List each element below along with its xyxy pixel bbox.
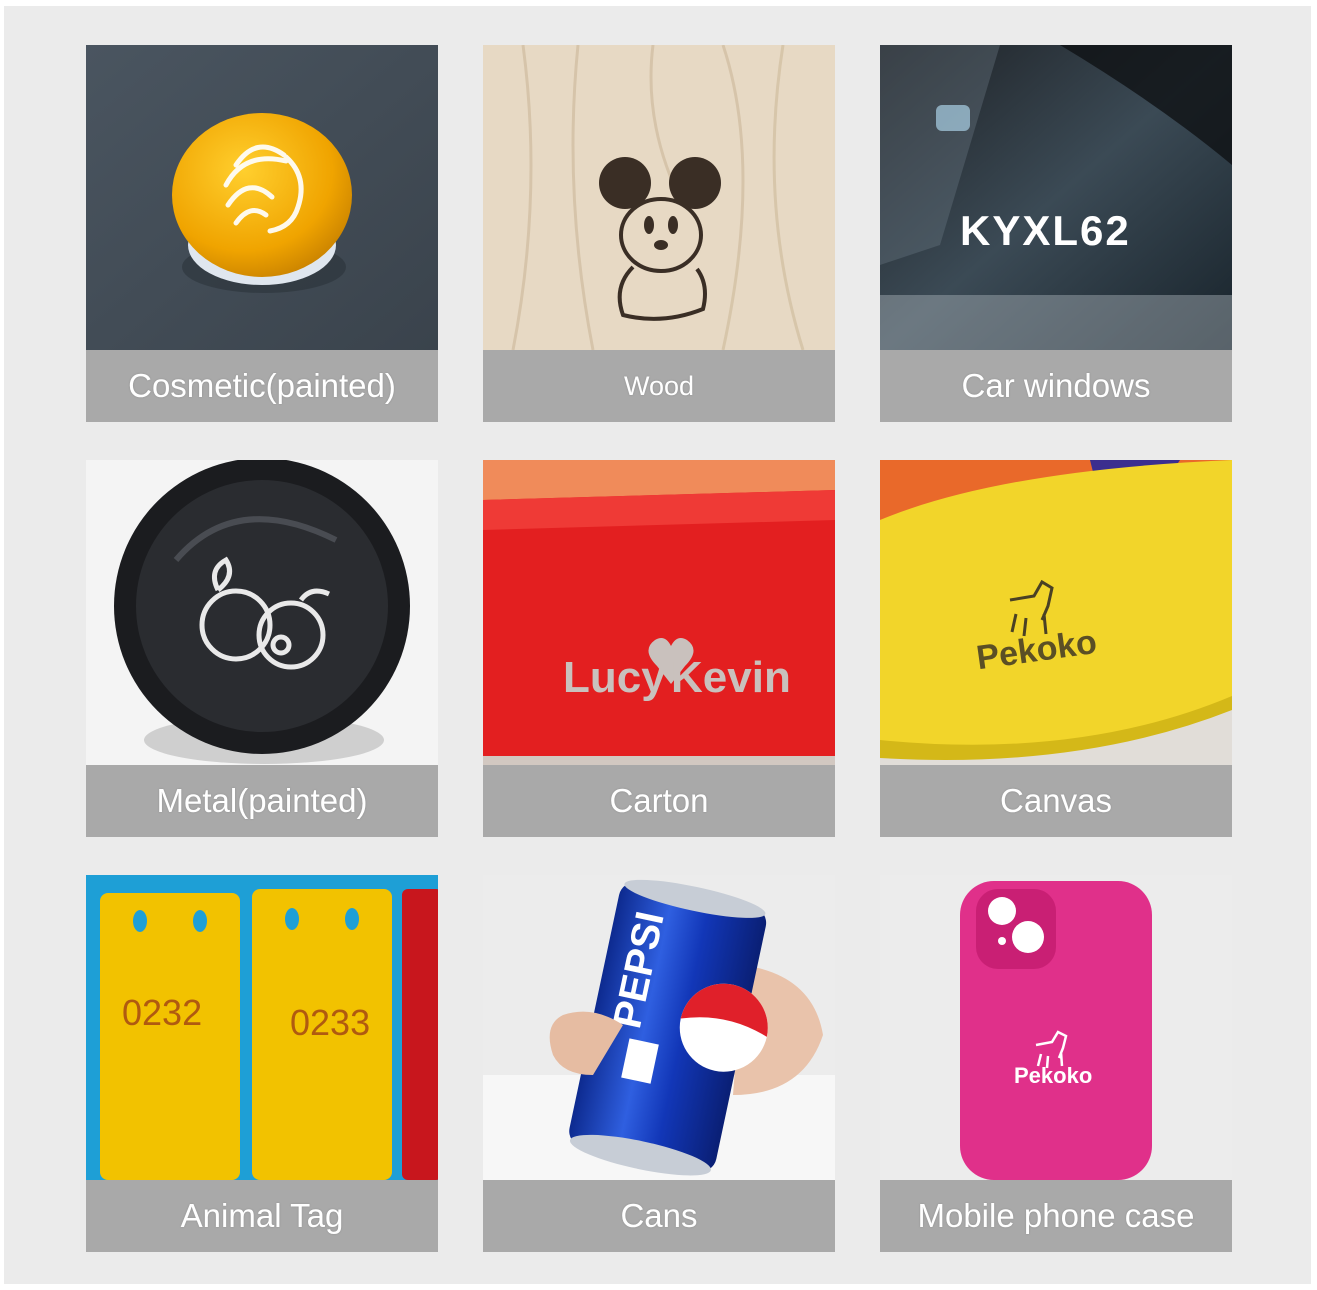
caption-wood: Wood [483, 350, 835, 422]
caption-metal: Metal(painted) [86, 765, 438, 837]
tile-carton: Lucy Kevin Carton [483, 460, 835, 837]
carton-photo: Lucy Kevin [483, 460, 835, 765]
caption-cosmetic: Cosmetic(painted) [86, 350, 438, 422]
cosmetic-photo [86, 45, 438, 350]
tile-wood: Wood [483, 45, 835, 422]
tile-phone-case: Pekoko Mobile phone case [880, 875, 1232, 1252]
tile-car-windows: KYXL62 Car windows [880, 45, 1232, 422]
car-windows-photo: KYXL62 [880, 45, 1232, 350]
cans-photo: PEPSI [483, 875, 835, 1180]
car-window-engraving: KYXL62 [960, 207, 1131, 254]
gallery-frame: Cosmetic(painted) Wood KYXL62 Car window… [4, 6, 1311, 1284]
tile-canvas: Pekoko Canvas [880, 460, 1232, 837]
tile-animal-tag: 0232 0233 Animal Tag [86, 875, 438, 1252]
animal-tag-photo: 0232 0233 [86, 875, 438, 1180]
caption-cans: Cans [483, 1180, 835, 1252]
tile-cans: PEPSI Cans [483, 875, 835, 1252]
caption-phone-case: Mobile phone case [880, 1180, 1232, 1252]
metal-photo [86, 460, 438, 765]
caption-animal-tag: Animal Tag [86, 1180, 438, 1252]
tag-number-2: 0233 [290, 1002, 370, 1043]
phone-case-engraving: Pekoko [1014, 1063, 1092, 1088]
phone-case-photo: Pekoko [880, 875, 1232, 1180]
caption-canvas: Canvas [880, 765, 1232, 837]
tile-cosmetic: Cosmetic(painted) [86, 45, 438, 422]
canvas-photo: Pekoko [880, 460, 1232, 765]
carton-engraving-right: Kevin [671, 653, 791, 702]
wood-photo [483, 45, 835, 350]
caption-carton: Carton [483, 765, 835, 837]
tag-number-1: 0232 [122, 992, 202, 1033]
caption-car-windows: Car windows [880, 350, 1232, 422]
tile-metal: Metal(painted) [86, 460, 438, 837]
carton-engraving-left: Lucy [563, 653, 666, 702]
